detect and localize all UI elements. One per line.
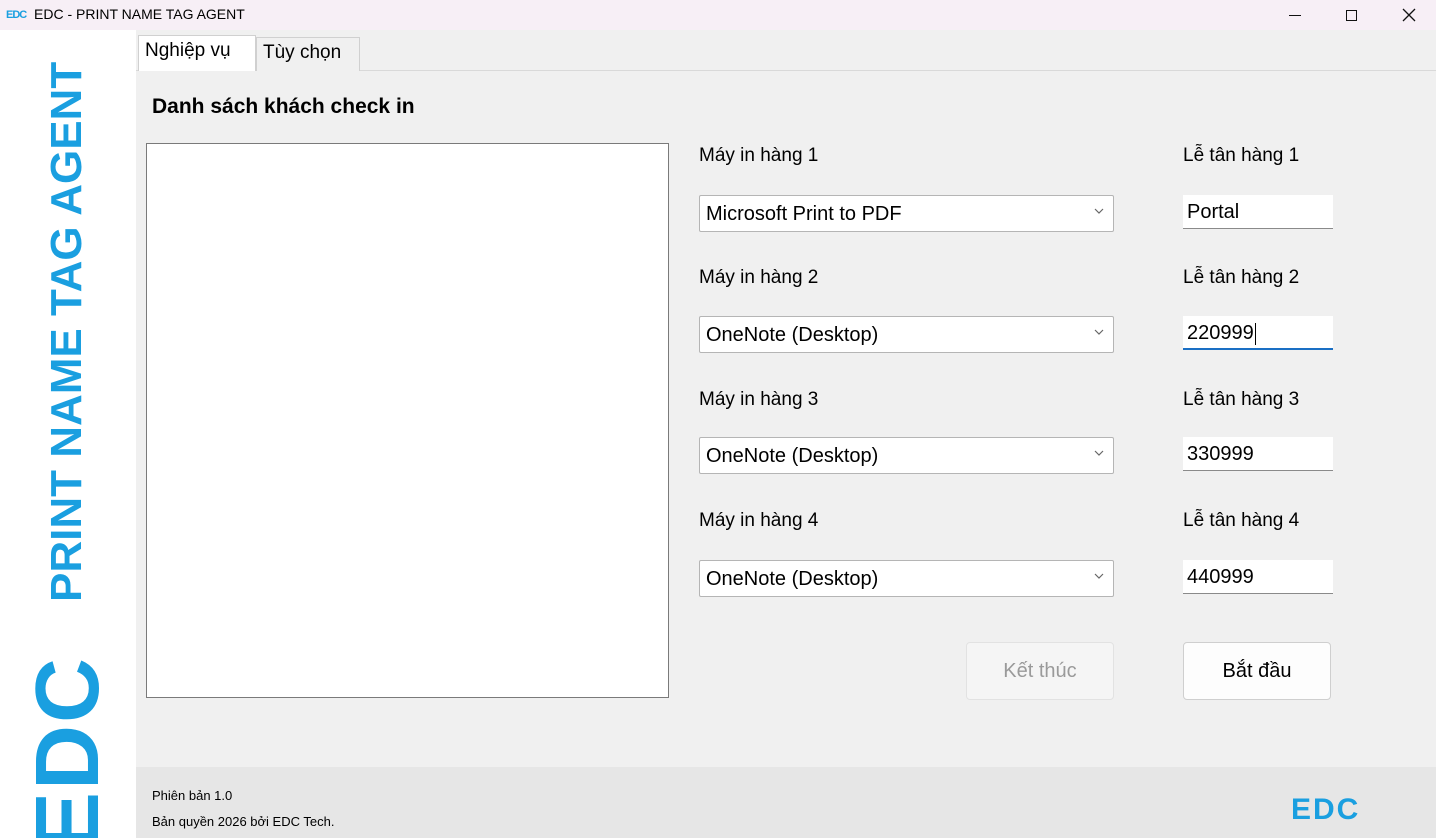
chevron-down-icon bbox=[1093, 447, 1107, 461]
title-bar[interactable]: EDC EDC - PRINT NAME TAG AGENT bbox=[0, 0, 1436, 30]
chevron-down-icon bbox=[1093, 326, 1107, 340]
footer-edc-logo: EDC bbox=[1291, 793, 1361, 826]
version-text: Phiên bản 1.0 bbox=[152, 788, 233, 803]
printer-select-4-value: OneNote (Desktop) bbox=[706, 568, 879, 590]
printer-label-2: Máy in hàng 2 bbox=[699, 267, 819, 288]
reception-input-2[interactable]: 220999 bbox=[1183, 316, 1333, 350]
chevron-down-icon bbox=[1093, 570, 1107, 584]
text-caret bbox=[1254, 322, 1256, 345]
sidebar-branding: PRINT NAME TAG AGENT EDC bbox=[0, 30, 136, 838]
reception-label-1: Lễ tân hàng 1 bbox=[1183, 145, 1300, 166]
tab-tuy-chon[interactable]: Tùy chọn bbox=[256, 37, 360, 71]
minimize-button[interactable] bbox=[1266, 0, 1324, 30]
minimize-icon bbox=[1289, 14, 1301, 16]
printer-select-3-value: OneNote (Desktop) bbox=[706, 445, 879, 467]
app-logo-icon: EDC bbox=[6, 9, 27, 21]
sidebar-edc-logo: EDC bbox=[18, 655, 118, 838]
printer-select-3[interactable]: OneNote (Desktop) bbox=[699, 437, 1114, 474]
printer-select-1-value: Microsoft Print to PDF bbox=[706, 203, 902, 225]
stop-button[interactable]: Kết thúc bbox=[966, 642, 1114, 700]
printer-select-2[interactable]: OneNote (Desktop) bbox=[699, 316, 1114, 353]
reception-input-2-value: 220999 bbox=[1187, 322, 1254, 344]
printer-label-1: Máy in hàng 1 bbox=[699, 145, 819, 166]
reception-input-3[interactable]: 330999 bbox=[1183, 437, 1333, 471]
maximize-icon bbox=[1345, 9, 1357, 21]
printer-select-2-value: OneNote (Desktop) bbox=[706, 324, 879, 346]
printer-select-1[interactable]: Microsoft Print to PDF bbox=[699, 195, 1114, 232]
copyright-text: Bản quyền 2026 bởi EDC Tech. bbox=[152, 814, 335, 829]
guest-checkin-list[interactable] bbox=[146, 143, 669, 698]
maximize-button[interactable] bbox=[1322, 0, 1380, 30]
printer-select-4[interactable]: OneNote (Desktop) bbox=[699, 560, 1114, 597]
close-icon bbox=[1402, 8, 1416, 22]
sidebar-vertical-title: PRINT NAME TAG AGENT bbox=[42, 61, 91, 602]
footer: Phiên bản 1.0 Bản quyền 2026 bởi EDC Tec… bbox=[136, 767, 1436, 838]
app-window: EDC EDC - PRINT NAME TAG AGENT PRINT NAM… bbox=[0, 0, 1436, 838]
reception-label-2: Lễ tân hàng 2 bbox=[1183, 267, 1300, 288]
guest-list-title: Danh sách khách check in bbox=[152, 95, 415, 118]
window-title: EDC - PRINT NAME TAG AGENT bbox=[34, 6, 245, 22]
tab-nghiep-vu[interactable]: Nghiệp vụ bbox=[138, 35, 256, 71]
reception-input-4[interactable]: 440999 bbox=[1183, 560, 1333, 594]
reception-label-3: Lễ tân hàng 3 bbox=[1183, 389, 1300, 410]
close-button[interactable] bbox=[1380, 0, 1436, 30]
chevron-down-icon bbox=[1093, 205, 1107, 219]
reception-input-1[interactable]: Portal bbox=[1183, 195, 1333, 229]
start-button[interactable]: Bắt đầu bbox=[1183, 642, 1331, 700]
printer-label-3: Máy in hàng 3 bbox=[699, 389, 819, 410]
reception-label-4: Lễ tân hàng 4 bbox=[1183, 510, 1300, 531]
printer-label-4: Máy in hàng 4 bbox=[699, 510, 819, 531]
